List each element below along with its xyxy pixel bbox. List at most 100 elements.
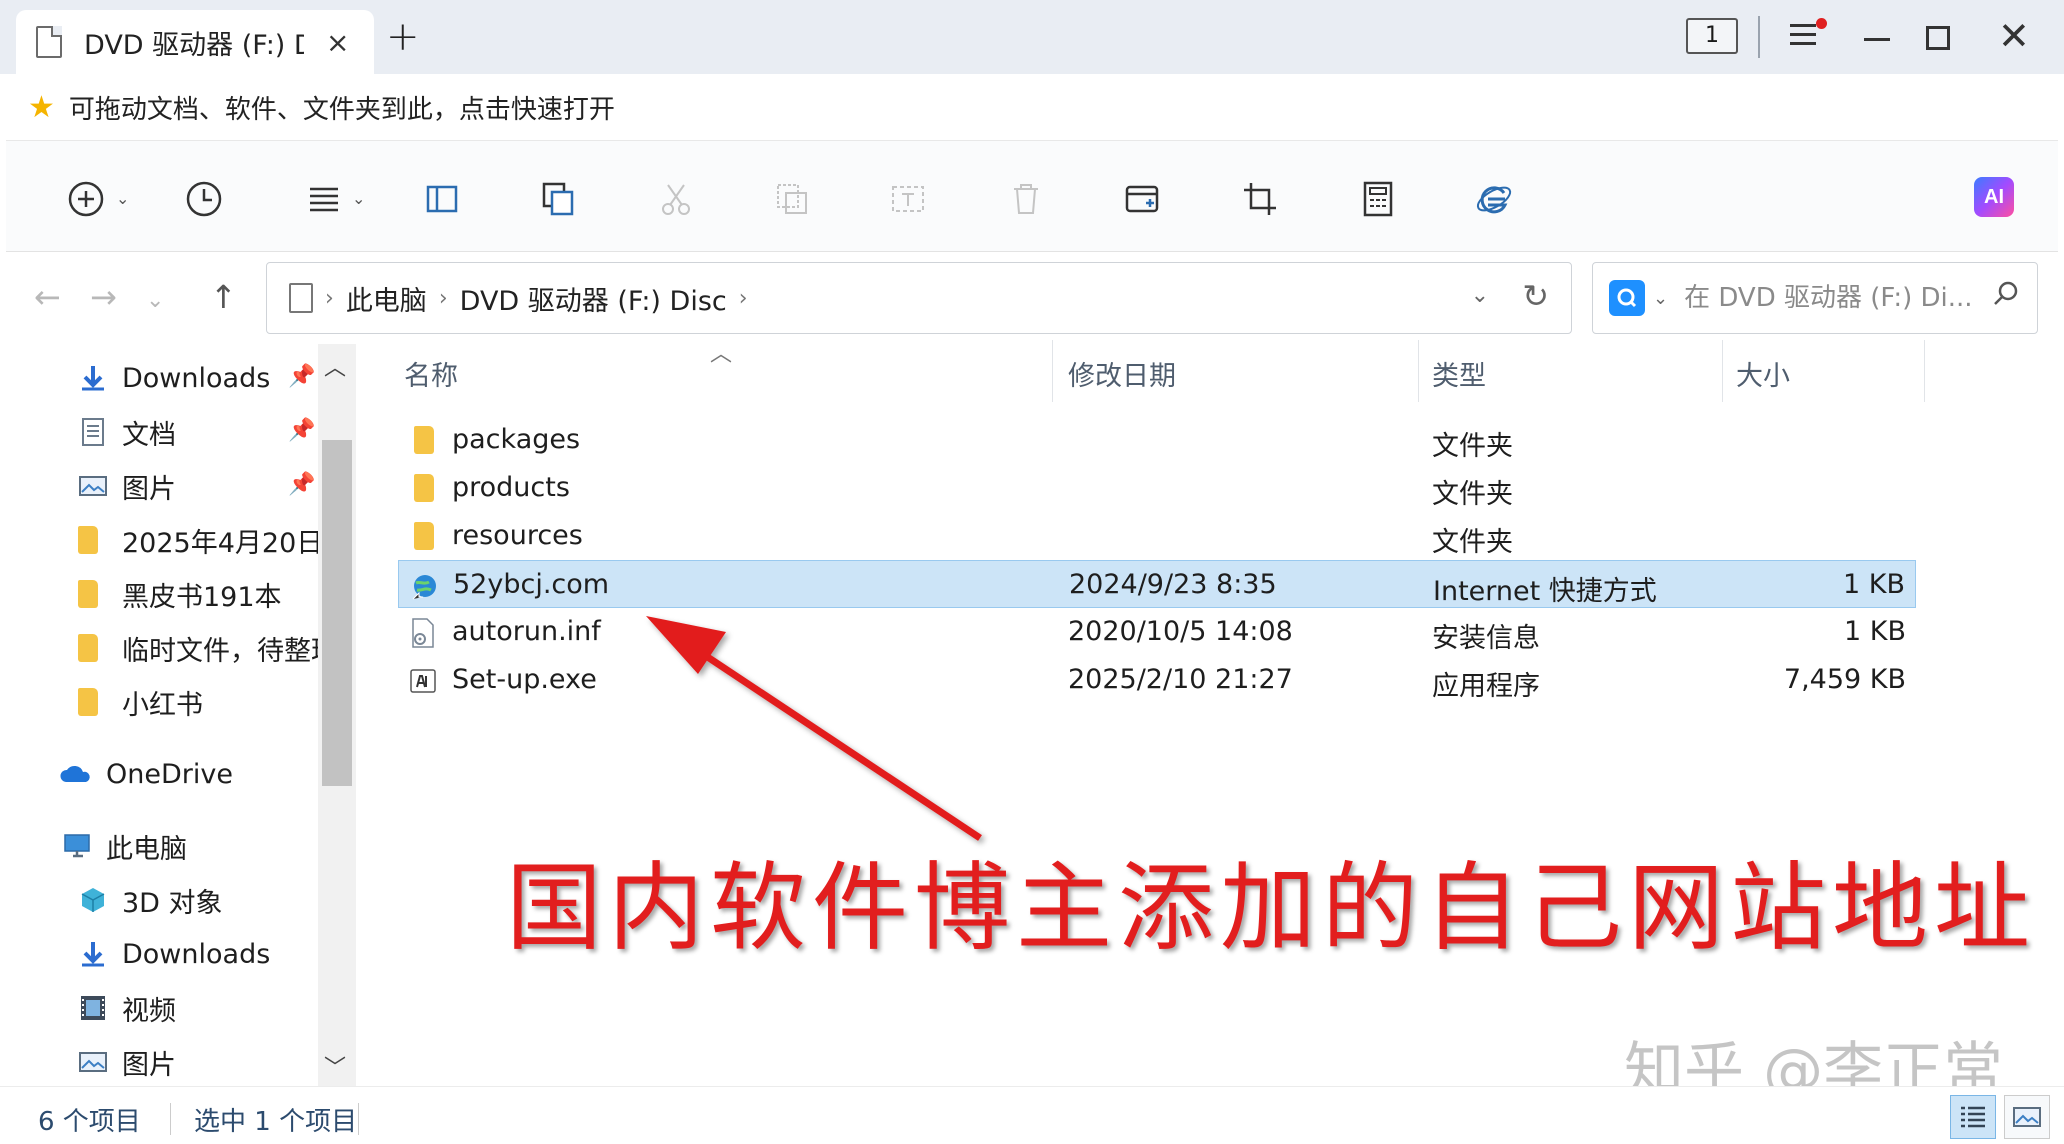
- browser-icon[interactable]: [1472, 177, 1516, 221]
- chevron-down-icon[interactable]: ⌄: [116, 189, 129, 208]
- document-icon: [36, 26, 62, 58]
- forward-arrow-icon[interactable]: →: [90, 278, 117, 316]
- tab-count-badge[interactable]: 1: [1686, 18, 1738, 54]
- sidebar-item-folder-temp[interactable]: 临时文件，待整理: [78, 623, 318, 673]
- crop-icon[interactable]: [1238, 177, 1282, 221]
- pin-icon[interactable]: 📌: [288, 364, 315, 389]
- details-view-button[interactable]: [1950, 1095, 1996, 1139]
- toolbar: ⌄ ⌄ AI: [6, 140, 2058, 252]
- search-box[interactable]: ⌄: [1592, 262, 2038, 334]
- copy-icon[interactable]: [536, 177, 580, 221]
- column-header-type[interactable]: 类型: [1432, 354, 1486, 393]
- pin-icon[interactable]: 📌: [288, 472, 315, 497]
- file-row[interactable]: autorun.inf 2020/10/5 14:08 安装信息 1 KB: [398, 608, 1916, 656]
- address-bar[interactable]: › 此电脑 › DVD 驱动器 (F:) Disc › ⌄ ↻: [266, 262, 1572, 334]
- chevron-right-icon[interactable]: ›: [739, 286, 748, 311]
- sidebar-item-label: 文档: [122, 419, 176, 451]
- document-icon: [82, 418, 104, 446]
- menu-icon[interactable]: [1790, 24, 1816, 46]
- sidebar-item-folder-black-book[interactable]: 黑皮书191本: [78, 569, 282, 619]
- scroll-up-chevron-icon[interactable]: ︿: [324, 350, 346, 382]
- column-header-name[interactable]: 名称: [404, 354, 458, 393]
- 3d-objects-icon: [81, 888, 105, 912]
- column-header-modified[interactable]: 修改日期: [1068, 354, 1176, 393]
- column-divider[interactable]: [1418, 340, 1419, 402]
- file-modified: 2025/2/10 21:27: [1068, 664, 1293, 695]
- sidebar-item-onedrive[interactable]: OneDrive: [58, 749, 233, 799]
- close-window-button[interactable]: ✕: [1998, 14, 2030, 58]
- sidebar-item-this-pc[interactable]: 此电脑: [62, 821, 187, 871]
- file-size: 1 KB: [1844, 616, 1906, 647]
- ai-assistant-button[interactable]: AI: [1974, 177, 2014, 217]
- file-name: autorun.inf: [452, 616, 601, 647]
- sidebar-scrollbar-thumb[interactable]: [322, 440, 352, 786]
- breadcrumb-dvd-drive[interactable]: DVD 驱动器 (F:) Disc: [460, 279, 727, 318]
- preview-pane-icon[interactable]: [420, 177, 464, 221]
- chevron-right-icon[interactable]: ›: [325, 286, 334, 311]
- file-row[interactable]: products 文件夹: [398, 464, 1916, 512]
- search-icon[interactable]: [1991, 279, 2021, 313]
- quick-access-hint-bar[interactable]: ★ 可拖动文档、软件、文件夹到此，点击快速打开: [0, 74, 2064, 140]
- column-divider[interactable]: [1052, 340, 1053, 402]
- refresh-icon[interactable]: ↻: [1522, 277, 1549, 315]
- star-icon: ★: [28, 89, 55, 125]
- file-row[interactable]: packages 文件夹: [398, 416, 1916, 464]
- sidebar-item-documents[interactable]: 文档: [78, 407, 176, 457]
- computer-icon: [64, 834, 90, 858]
- folder-icon: [78, 580, 108, 608]
- sidebar-item-pictures-pc[interactable]: 图片: [78, 1037, 176, 1086]
- address-dropdown-icon[interactable]: ⌄: [1471, 283, 1489, 308]
- sidebar-item-downloads-pc[interactable]: Downloads: [78, 929, 270, 979]
- sidebar-item-pictures[interactable]: 图片: [78, 461, 176, 511]
- column-divider[interactable]: [1924, 340, 1925, 402]
- file-modified: 2024/9/23 8:35: [1069, 569, 1277, 600]
- search-engine-icon[interactable]: [1609, 280, 1645, 316]
- chevron-right-icon[interactable]: ›: [439, 286, 448, 311]
- sidebar-item-label: 图片: [122, 473, 176, 505]
- document-icon: [289, 283, 313, 313]
- rename-icon: [886, 177, 930, 221]
- tab-close-button[interactable]: ×: [326, 26, 349, 59]
- status-divider: [358, 1103, 359, 1135]
- tab-title: DVD 驱动器 (F:) D: [84, 29, 304, 61]
- sidebar-item-3d-objects[interactable]: 3D 对象: [78, 875, 223, 925]
- pin-icon[interactable]: 📌: [288, 418, 315, 443]
- new-tab-button[interactable]: +: [386, 14, 420, 60]
- file-row[interactable]: resources 文件夹: [398, 512, 1916, 560]
- recent-locations-chevron-icon[interactable]: ⌄: [146, 288, 164, 313]
- sidebar-item-label: 临时文件，待整理: [122, 635, 318, 667]
- file-type: 应用程序: [1432, 671, 1540, 702]
- column-header-size[interactable]: 大小: [1736, 354, 1790, 393]
- file-row-selected[interactable]: 52ybcj.com 2024/9/23 8:35 Internet 快捷方式 …: [398, 560, 1916, 608]
- scroll-down-chevron-icon[interactable]: ﹀: [324, 1050, 346, 1082]
- large-icons-view-button[interactable]: [2004, 1095, 2050, 1139]
- search-input[interactable]: [1684, 283, 1995, 313]
- sidebar-item-label: 视频: [122, 995, 176, 1027]
- active-tab[interactable]: DVD 驱动器 (F:) D ×: [16, 10, 374, 74]
- folder-icon: [410, 474, 436, 504]
- annotation-caption: 国内软件博主添加的自己网站地址: [506, 852, 2036, 964]
- back-arrow-icon[interactable]: ←: [34, 278, 61, 316]
- up-arrow-icon[interactable]: ↑: [210, 278, 237, 316]
- calculator-icon[interactable]: [1356, 177, 1400, 221]
- view-icon[interactable]: [302, 177, 346, 221]
- folder-icon: [78, 634, 108, 662]
- sidebar-item-folder-xiaohongshu[interactable]: 小红书: [78, 677, 203, 727]
- sidebar-item-folder-2025-04-20[interactable]: 2025年4月20日: [78, 515, 318, 565]
- history-icon[interactable]: [182, 177, 226, 221]
- sidebar-item-videos[interactable]: 视频: [78, 983, 176, 1033]
- chevron-down-icon[interactable]: ⌄: [352, 189, 365, 208]
- maximize-button[interactable]: [1926, 26, 1950, 50]
- new-icon[interactable]: [64, 177, 108, 221]
- file-name: packages: [452, 424, 581, 455]
- file-row[interactable]: Set-up.exe 2025/2/10 21:27 应用程序 7,459 KB: [398, 656, 1916, 704]
- status-bar: 6 个项目 选中 1 个项目: [0, 1086, 2064, 1144]
- minimize-button[interactable]: [1864, 38, 1890, 41]
- breadcrumb-this-pc[interactable]: 此电脑: [346, 279, 427, 318]
- column-divider[interactable]: [1722, 340, 1723, 402]
- archive-icon[interactable]: [1120, 177, 1164, 221]
- sidebar-item-label: Downloads: [122, 938, 271, 970]
- chevron-down-icon[interactable]: ⌄: [1653, 288, 1668, 309]
- sidebar-item-downloads[interactable]: Downloads: [78, 353, 270, 403]
- folder-icon: [78, 526, 108, 554]
